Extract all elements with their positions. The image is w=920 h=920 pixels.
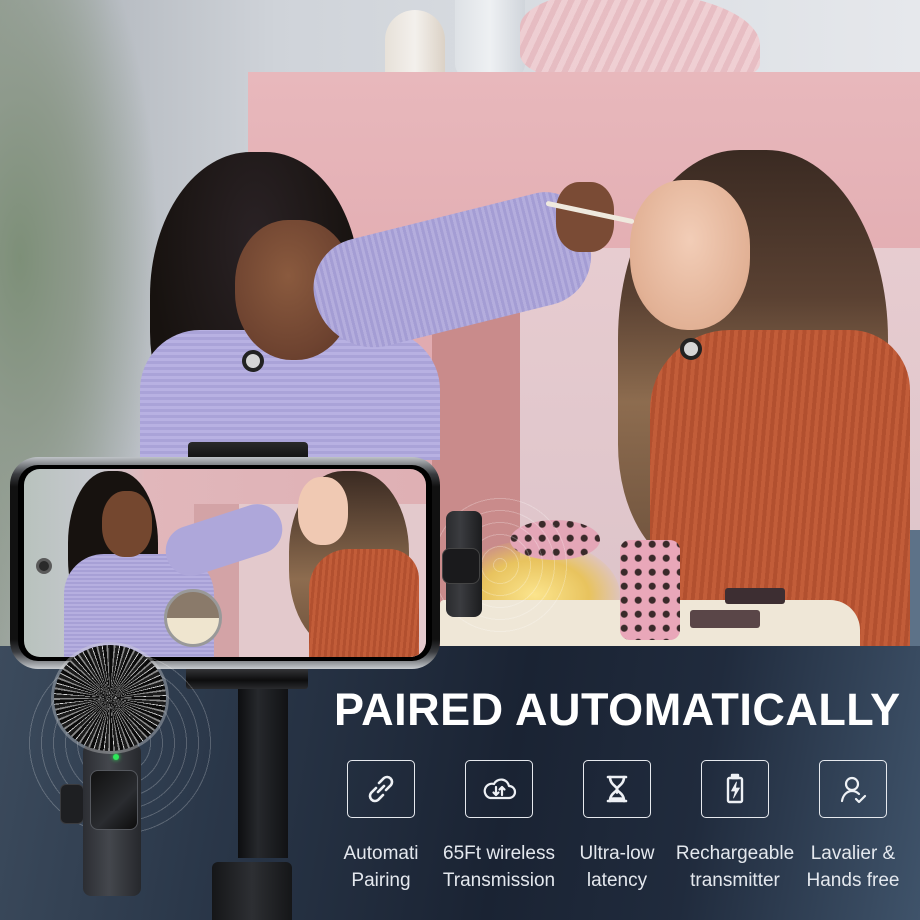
phone-screen bbox=[18, 465, 432, 661]
stand-arm bbox=[238, 688, 288, 858]
feature-label-line2: transmitter bbox=[690, 870, 780, 891]
feature-label-line2: Pairing bbox=[351, 870, 411, 891]
makeup-palette bbox=[725, 588, 785, 604]
lavalier-mic-right bbox=[680, 338, 702, 360]
transmitter-clip bbox=[60, 784, 84, 824]
leopard-print-cup bbox=[620, 540, 680, 640]
front-camera bbox=[36, 558, 52, 574]
feature-label-line2: Hands free bbox=[806, 870, 900, 891]
receiver-connector bbox=[442, 548, 480, 584]
feature-item: Automati Pairing bbox=[322, 760, 440, 894]
feature-label-line1: Lavalier & bbox=[810, 843, 896, 864]
hourglass-icon bbox=[583, 760, 651, 818]
feature-item: Ultra-low latency bbox=[558, 760, 676, 894]
feature-label-line1: Rechargeable bbox=[675, 843, 795, 864]
phone-holder-clamp-bottom bbox=[186, 667, 308, 689]
stand-hinge bbox=[212, 862, 292, 920]
battery-charging-icon bbox=[701, 760, 769, 818]
person-right-face bbox=[630, 180, 750, 330]
shelf-glass-vase bbox=[455, 0, 525, 78]
preview-person-left-face bbox=[102, 491, 152, 557]
headline: PAIRED AUTOMATICALLY bbox=[334, 684, 901, 735]
pink-feather-decor bbox=[520, 0, 760, 82]
preview-mirror bbox=[164, 589, 222, 647]
lavalier-mic-left bbox=[242, 350, 264, 372]
feature-item: Rechargeable transmitter bbox=[676, 760, 794, 894]
fur-windscreen bbox=[54, 645, 166, 751]
cloud-transfer-icon bbox=[465, 760, 533, 818]
feature-list: Automati Pairing 65Ft wireless Transmiss… bbox=[322, 760, 912, 894]
makeup-palette bbox=[690, 610, 760, 628]
feature-item: Lavalier & Hands free bbox=[794, 760, 912, 894]
feature-label-line1: 65Ft wireless bbox=[443, 843, 555, 864]
feature-label-line1: Automati bbox=[343, 843, 419, 864]
preview-person-right-sweater bbox=[309, 549, 419, 657]
smartphone bbox=[10, 457, 440, 669]
leopard-print-item bbox=[510, 520, 600, 560]
preview-person-right-face bbox=[298, 477, 348, 545]
shelf-vase bbox=[385, 10, 445, 80]
feature-label-line2: latency bbox=[586, 870, 648, 891]
phone-screen-preview bbox=[24, 469, 426, 657]
transmitter-button bbox=[90, 770, 138, 830]
link-icon bbox=[347, 760, 415, 818]
feature-item: 65Ft wireless Transmission bbox=[440, 760, 558, 894]
status-led bbox=[113, 754, 119, 760]
user-check-icon bbox=[819, 760, 887, 818]
feature-label-line2: Transmission bbox=[442, 870, 556, 891]
feature-label-line1: Ultra-low bbox=[579, 843, 655, 864]
